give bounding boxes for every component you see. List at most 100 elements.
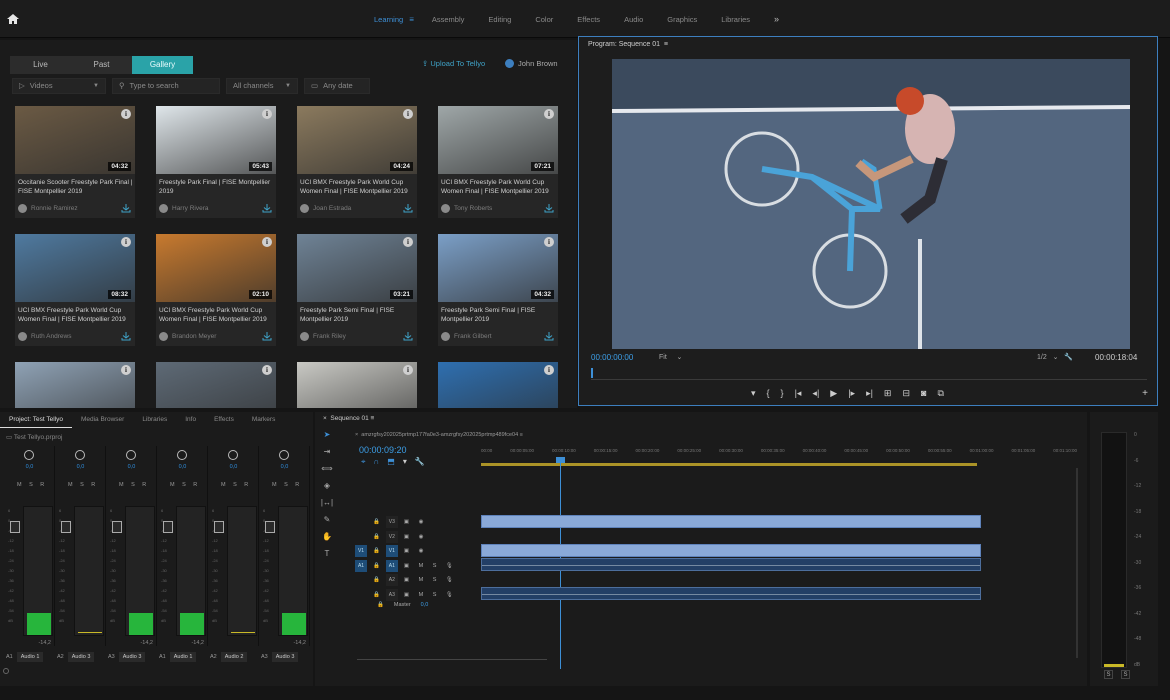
pan-value[interactable]: 0,0 xyxy=(106,464,157,470)
playhead-timecode[interactable]: 00:00:00:00 xyxy=(591,353,633,362)
source-patch[interactable] xyxy=(355,516,367,528)
user-menu[interactable]: John Brown xyxy=(505,59,558,68)
insert-icon[interactable]: ⊞ xyxy=(884,388,892,399)
video-card[interactable]: i 04:32 Occitanie Scooter Freestyle Park F… xyxy=(15,106,135,218)
mute-solo-record-buttons[interactable]: M S R xyxy=(68,482,98,488)
workspace-tab-color[interactable]: Color xyxy=(523,15,565,24)
workspace-tab-effects[interactable]: Effects xyxy=(565,15,612,24)
timeline-timecode[interactable]: 00:00:09:20 xyxy=(359,445,407,455)
bottom-tab-libraries[interactable]: Libraries xyxy=(133,412,176,428)
volume-fader-handle[interactable] xyxy=(163,521,173,533)
pen-tool-icon[interactable]: ✎ xyxy=(324,515,331,524)
track-target[interactable]: V2 xyxy=(385,530,398,543)
info-icon[interactable]: i xyxy=(544,109,554,119)
volume-fader-handle[interactable] xyxy=(10,521,20,533)
workspace-tab-audio[interactable]: Audio xyxy=(612,15,655,24)
resolution-dropdown[interactable]: 1/2 ⌄ 🔧 xyxy=(1037,353,1073,361)
pan-value[interactable]: 0,0 xyxy=(157,464,208,470)
track-select-tool-icon[interactable]: ⇥ xyxy=(324,447,331,456)
info-icon[interactable]: i xyxy=(121,237,131,247)
download-icon[interactable] xyxy=(262,204,272,213)
subtab-gallery[interactable]: Gallery xyxy=(132,56,193,74)
video-thumbnail[interactable]: i xyxy=(15,362,135,408)
mute-solo-record-buttons[interactable]: M S R xyxy=(119,482,149,488)
pan-value[interactable]: 0,0 xyxy=(208,464,259,470)
workspace-tab-assembly[interactable]: Assembly xyxy=(420,15,477,24)
solo-button[interactable]: S xyxy=(1104,670,1113,679)
channel-name[interactable]: Audio 1 xyxy=(16,652,44,662)
snap-icon[interactable]: ⌖ xyxy=(361,457,366,467)
mute-solo-mic-icons[interactable]: ▣ M S 🎙 xyxy=(404,577,457,583)
ripple-edit-tool-icon[interactable]: ⟺ xyxy=(321,464,332,473)
add-channel-icon[interactable] xyxy=(3,668,9,674)
track-target[interactable]: A3 xyxy=(385,588,398,601)
video-clip-v3[interactable] xyxy=(481,515,981,528)
sync-visibility-icons[interactable]: ▣ ◉ xyxy=(404,534,428,540)
video-card[interactable]: i xyxy=(156,362,276,408)
info-icon[interactable]: i xyxy=(403,109,413,119)
pan-knob[interactable] xyxy=(279,450,289,460)
video-card[interactable]: i 04:32 Freestyle Park Semi Final | FISE M… xyxy=(438,234,558,346)
video-card[interactable]: i 05:43 Freestyle Park Final | FISE Montpe… xyxy=(156,106,276,218)
source-patch[interactable] xyxy=(355,589,367,601)
work-area-bar[interactable] xyxy=(481,463,977,466)
video-thumbnail[interactable]: i 05:43 xyxy=(156,106,276,174)
download-icon[interactable] xyxy=(121,204,131,213)
download-icon[interactable] xyxy=(262,332,272,341)
video-thumbnail[interactable]: i xyxy=(438,362,558,408)
marker-icon[interactable]: ▾ xyxy=(403,457,407,467)
info-icon[interactable]: i xyxy=(403,237,413,247)
volume-fader-handle[interactable] xyxy=(112,521,122,533)
sync-visibility-icons[interactable]: ▣ ◉ xyxy=(404,548,428,554)
video-thumbnail[interactable]: i 03:21 xyxy=(297,234,417,302)
lock-icon[interactable]: 🔒 xyxy=(373,519,380,525)
razor-tool-icon[interactable]: ◈ xyxy=(324,481,330,490)
selection-tool-icon[interactable]: ➤ xyxy=(324,430,331,439)
program-video-frame[interactable] xyxy=(612,59,1130,349)
track-target[interactable]: V3 xyxy=(385,516,398,529)
play-icon[interactable]: ▶ xyxy=(830,388,837,399)
timeline-horizontal-scrollbar[interactable] xyxy=(357,659,547,665)
lock-icon[interactable]: 🔒 xyxy=(373,577,380,583)
bottom-tab-info[interactable]: Info xyxy=(176,412,205,428)
source-patch[interactable] xyxy=(355,574,367,586)
zoom-level-dropdown[interactable]: Fit ⌄ xyxy=(659,353,682,361)
channel-name[interactable]: Audio 3 xyxy=(271,652,299,662)
video-thumbnail[interactable]: i 07:21 xyxy=(438,106,558,174)
lock-icon[interactable]: 🔒 xyxy=(377,602,384,608)
volume-fader-handle[interactable] xyxy=(61,521,71,533)
video-card[interactable]: i 08:32 UCI BMX Freestyle Park World Cup W… xyxy=(15,234,135,346)
search-field[interactable]: ⚲ Type to search xyxy=(112,78,220,94)
pan-value[interactable]: 0,0 xyxy=(55,464,106,470)
timeline-tab[interactable]: × Sequence 01 ≡ xyxy=(323,415,374,422)
date-filter[interactable]: ▭ Any date xyxy=(304,78,370,94)
timeline-ruler[interactable]: 00:00 00:00:05:00 00:00:10:00 00:00:15:00 00… xyxy=(481,448,1077,462)
upload-to-tellyo-link[interactable]: ⇪ Upload To Tellyo xyxy=(422,59,485,68)
subtab-past[interactable]: Past xyxy=(71,56,132,74)
hand-tool-icon[interactable]: ✋ xyxy=(322,532,332,541)
bottom-tab-effects[interactable]: Effects xyxy=(205,412,243,428)
track-target[interactable]: V1 xyxy=(385,545,398,558)
slip-tool-icon[interactable]: |↔| xyxy=(321,498,333,507)
type-filter-dropdown[interactable]: ▷ Videos ▼ xyxy=(12,78,106,94)
pan-knob[interactable] xyxy=(177,450,187,460)
timeline-vertical-scrollbar[interactable] xyxy=(1076,468,1078,658)
lock-icon[interactable]: 🔒 xyxy=(373,534,380,540)
channel-name[interactable]: Audio 3 xyxy=(118,652,146,662)
volume-fader-handle[interactable] xyxy=(214,521,224,533)
wrench-icon[interactable]: 🔧 xyxy=(415,457,425,467)
volume-fader-handle[interactable] xyxy=(265,521,275,533)
bottom-tab-markers[interactable]: Markers xyxy=(243,412,284,428)
button-editor-plus-icon[interactable]: + xyxy=(1142,388,1148,399)
linked-selection-icon[interactable]: ∩ xyxy=(374,457,380,467)
download-icon[interactable] xyxy=(121,332,131,341)
lock-icon[interactable]: 🔒 xyxy=(373,548,380,554)
video-card[interactable]: i 02:10 UCI BMX Freestyle Park World Cup W… xyxy=(156,234,276,346)
pan-knob[interactable] xyxy=(24,450,34,460)
bottom-tab-media-browser[interactable]: Media Browser xyxy=(72,412,133,428)
source-patch[interactable]: V1 xyxy=(355,545,367,558)
channel-name[interactable]: Audio 1 xyxy=(169,652,197,662)
compare-icon[interactable]: ⧉ xyxy=(937,388,943,399)
lock-icon[interactable]: 🔒 xyxy=(373,592,380,598)
video-thumbnail[interactable]: i xyxy=(156,362,276,408)
